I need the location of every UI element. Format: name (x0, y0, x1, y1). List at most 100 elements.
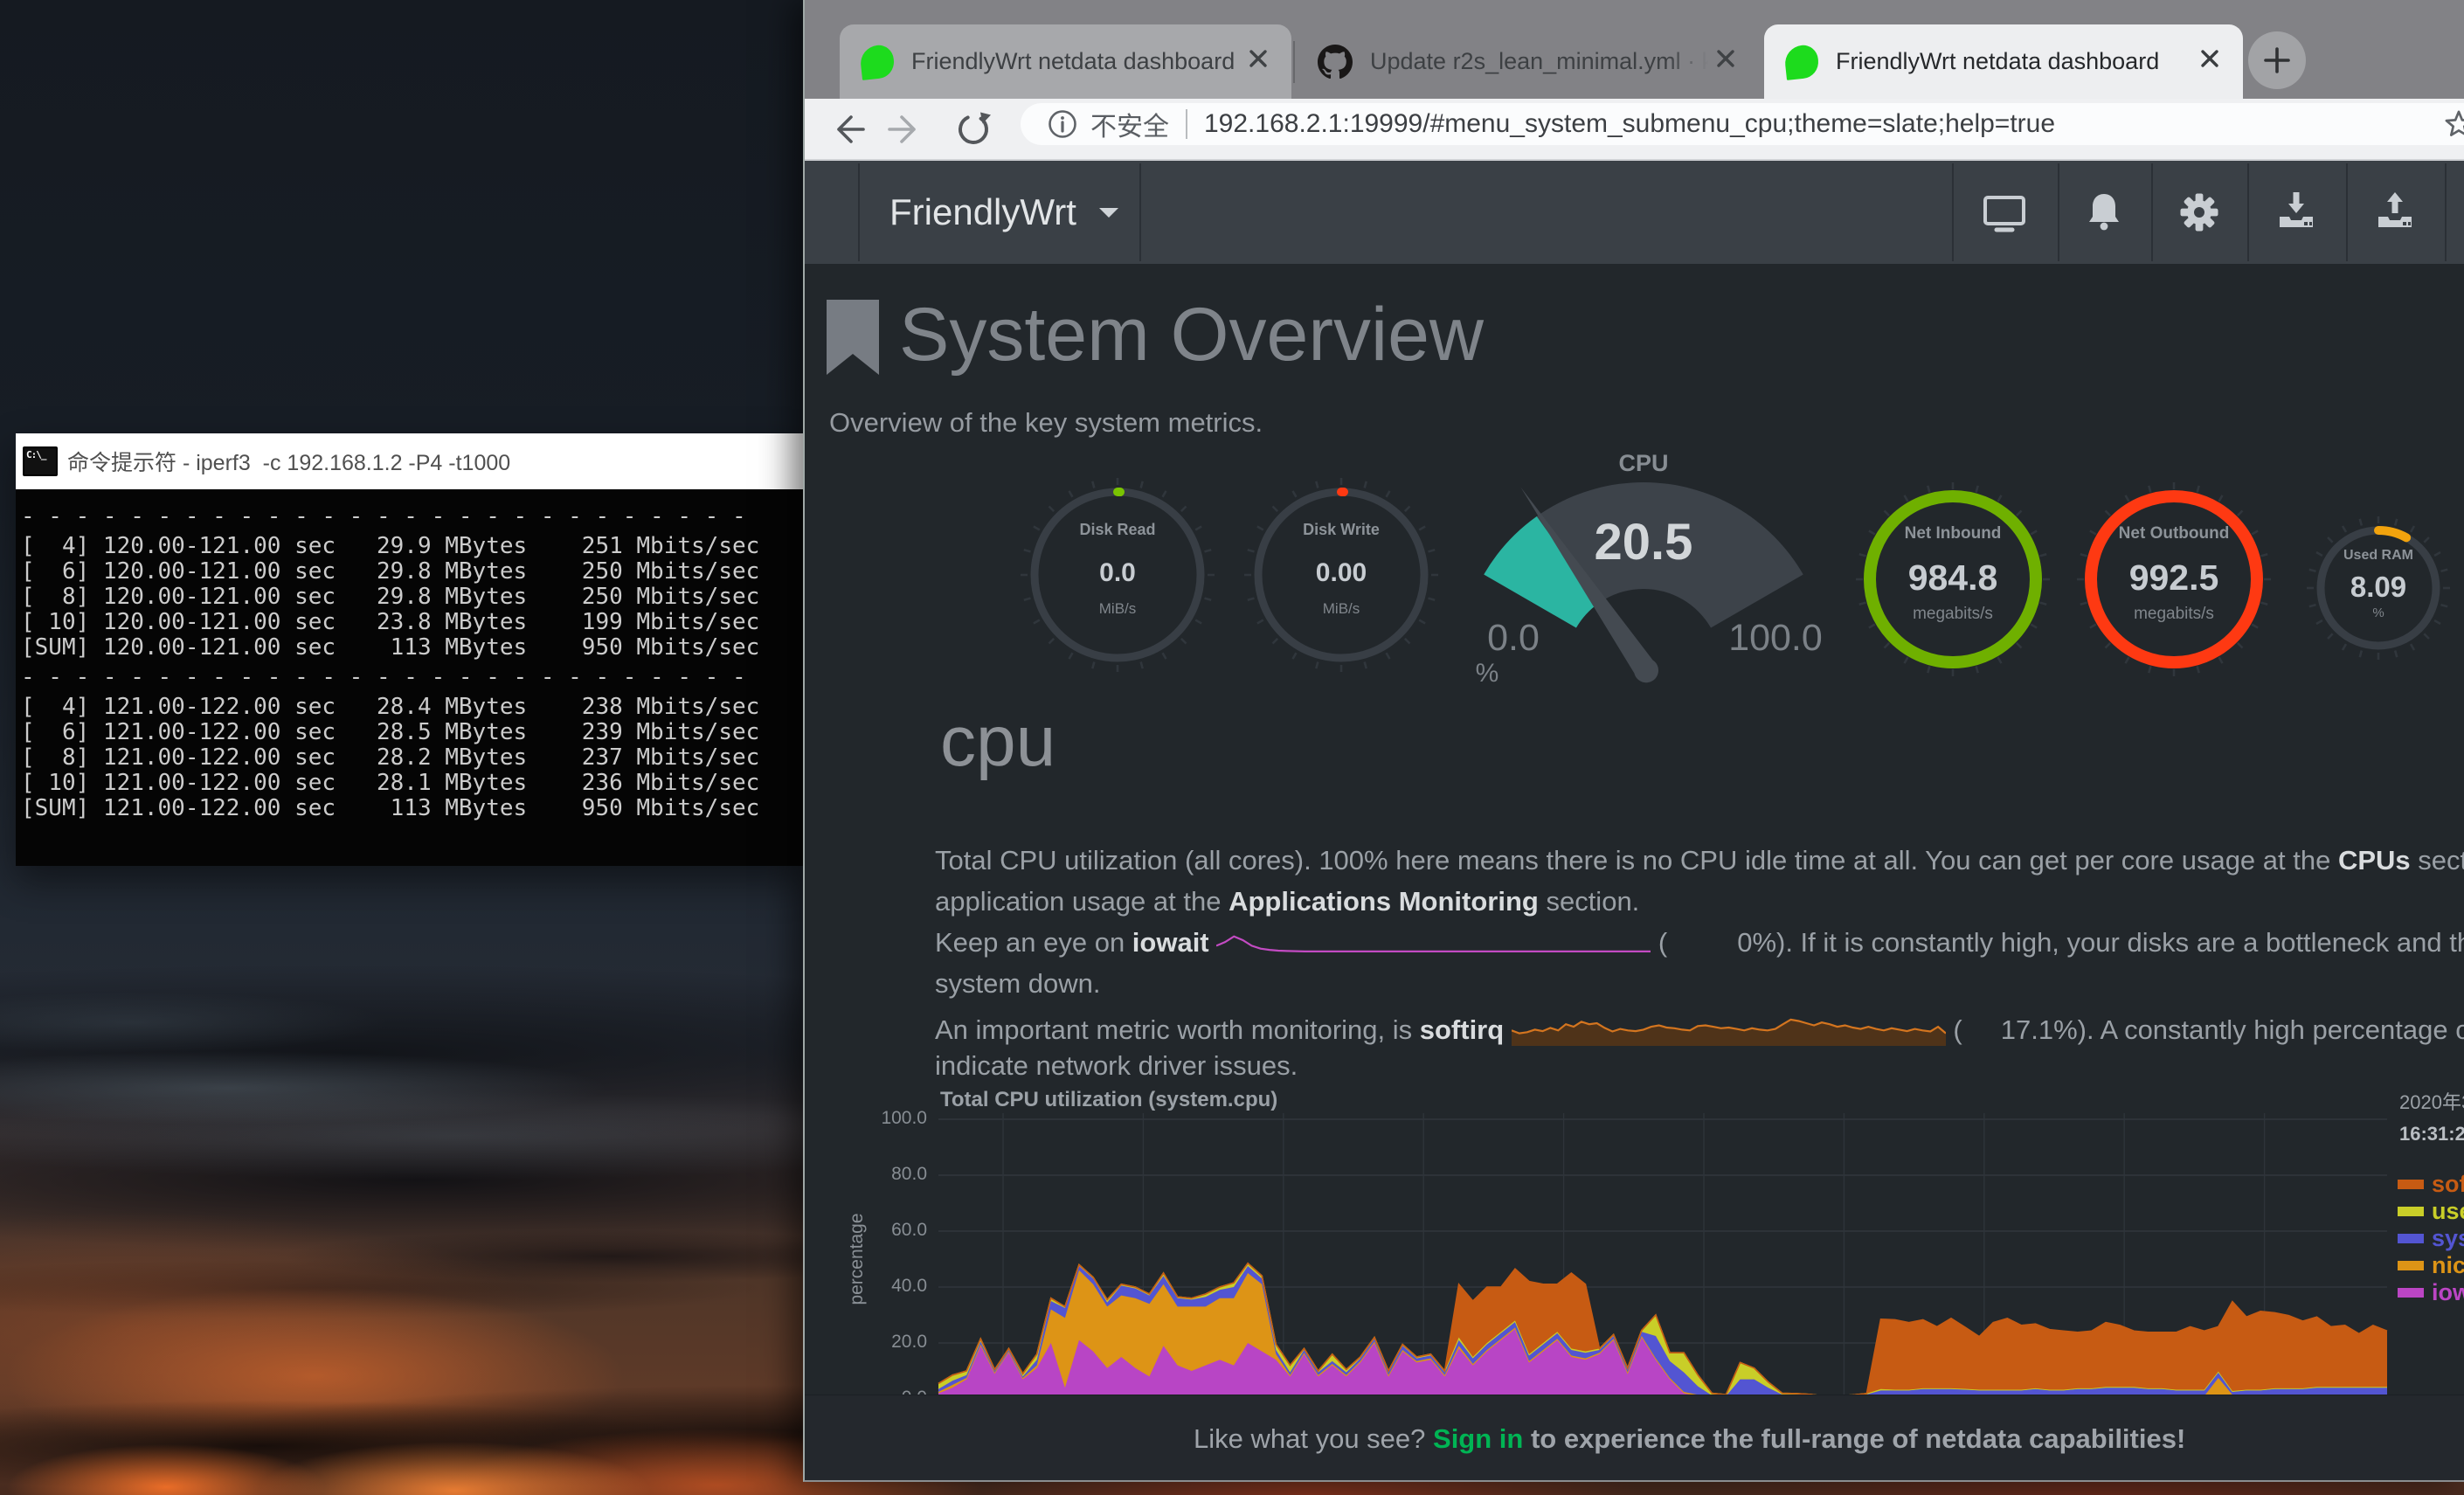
signin-pre: Like what you see? (1194, 1423, 1433, 1454)
legend-item-system[interactable]: system (2398, 1226, 2464, 1250)
browser-toolbar: 不安全 192.168.2.1:19999/#menu_system_submen… (805, 99, 2464, 161)
terminal-output-line: [ 10] 121.00-122.00 sec 28.1 MBytes 236 … (21, 771, 804, 796)
netdata-favicon (1783, 44, 1820, 80)
cpu-section-title: cpu (940, 701, 1056, 783)
gauge-unit: MiB/s (1019, 600, 1216, 618)
gauge-value: 0.00 (1242, 558, 1440, 588)
help-term: softirq (1420, 1014, 1504, 1045)
forward-button[interactable] (883, 107, 927, 151)
gauge-label: Net Inbound (1854, 524, 2052, 543)
cmd-icon (23, 446, 58, 476)
legend-item-iowait[interactable]: iowait (2398, 1280, 2464, 1305)
y-tick-label: 100.0 (805, 1108, 927, 1129)
legend-item-nice[interactable]: nice (2398, 1253, 2464, 1277)
cpu-help-line2: application usage at the Applications Mo… (935, 886, 1639, 917)
info-icon[interactable] (1047, 108, 1078, 140)
gauge-used-ram[interactable]: Used RAM8.09% (2305, 515, 2452, 661)
tab-close-icon[interactable] (2192, 46, 2227, 78)
help-text: 0%). If it is constantly high, your disk… (1737, 927, 2464, 958)
chart-title: Total CPU utilization (system.cpu) (940, 1088, 1277, 1112)
signin-bar: Like what you see? Sign in to experience… (805, 1395, 2464, 1480)
tab-title: Update r2s_lean_minimal.yml · k (1370, 48, 1708, 75)
legend-chip (2398, 1207, 2424, 1216)
terminal-separator-line: - - - - - - - - - - - - - - - - - - - - … (21, 504, 804, 529)
help-text: system down. (935, 968, 1101, 999)
browser-tab[interactable]: FriendlyWrt netdata dashboard (1764, 24, 2243, 99)
terminal-output[interactable]: - - - - - - - - - - - - - - - - - - - - … (16, 489, 804, 866)
netdata-host-menu[interactable]: FriendlyWrt (889, 161, 1118, 264)
legend-chip (2398, 1288, 2424, 1298)
security-label: 不安全 (1090, 105, 1169, 143)
tab-title: FriendlyWrt netdata dashboard (911, 48, 1235, 75)
terminal-output-line: [ 10] 120.00-121.00 sec 23.8 MBytes 199 … (21, 610, 804, 635)
signin-post: to experience the full-range of netdata … (1523, 1423, 2185, 1454)
monitor-icon[interactable] (1956, 161, 2052, 264)
help-text: ( (1651, 927, 1667, 958)
terminal-output-line: [ 8] 121.00-122.00 sec 28.2 MBytes 237 M… (21, 745, 804, 771)
signin-message: Like what you see? Sign in to experience… (1194, 1423, 2185, 1455)
terminal-titlebar[interactable]: 命令提示符 - iperf3 -c 192.168.1.2 -P4 -t1000 (16, 433, 804, 489)
url-text[interactable]: 192.168.2.1:19999/#menu_system_submenu_c… (1204, 109, 2055, 139)
gauge-disk-write[interactable]: Disk Write0.00MiB/s (1242, 476, 1440, 674)
address-bar[interactable]: 不安全 192.168.2.1:19999/#menu_system_submen… (1021, 103, 2464, 145)
chart-series-system (938, 1266, 2387, 1398)
help-term: CPUs (2338, 845, 2411, 876)
help-text: indicate network driver issues. (935, 1050, 1298, 1081)
y-tick-label: 80.0 (805, 1164, 927, 1185)
new-tab-button[interactable] (2248, 31, 2306, 89)
legend-item-softirq[interactable]: softirq (2398, 1172, 2464, 1196)
browser-tab[interactable]: FriendlyWrt netdata dashboard (840, 24, 1291, 99)
gauge-max: 100.0 (1714, 617, 1837, 660)
cpu-help-line1: Total CPU utilization (all cores). 100% … (935, 845, 2464, 876)
terminal-output-line: [SUM] 121.00-122.00 sec 113 MBytes 950 M… (21, 796, 804, 821)
export-icon[interactable] (2347, 161, 2443, 264)
terminal-output-line: [SUM] 120.00-121.00 sec 113 MBytes 950 M… (21, 635, 804, 661)
header-separator (2445, 163, 2447, 261)
legend-label: nice (2432, 1252, 2464, 1279)
gauge-disk-read[interactable]: Disk Read0.0MiB/s (1019, 476, 1216, 674)
gauge-label: Used RAM (2305, 548, 2452, 564)
y-tick-label: 20.0 (805, 1332, 927, 1353)
import-icon[interactable] (2248, 161, 2344, 264)
gauge-unit: megabits/s (2075, 605, 2273, 624)
back-button[interactable] (826, 107, 869, 151)
bell-icon[interactable] (2056, 161, 2152, 264)
gauge-net-outbound[interactable]: Net Outbound992.5megabits/s (2075, 481, 2273, 678)
bookmark-star-icon[interactable] (2443, 108, 2464, 140)
gauge-value: 992.5 (2075, 557, 2273, 599)
gauge-label: CPU (1416, 450, 1871, 477)
page-subtitle: Overview of the key system metrics. (829, 407, 1263, 439)
browser-tab[interactable]: Update r2s_lean_minimal.yml · k (1297, 24, 1759, 99)
help-text: section and per (2411, 845, 2464, 876)
bookmark-icon (827, 300, 879, 375)
help-text: Total CPU utilization (all cores). 100% … (935, 845, 2338, 876)
gauge-net-inbound[interactable]: Net Inbound984.8megabits/s (1854, 481, 2052, 678)
cpu-help-line5: An important metric worth monitoring, is… (935, 1009, 2464, 1046)
signin-link[interactable]: Sign in (1433, 1423, 1523, 1454)
help-text: Keep an eye on (935, 927, 1132, 958)
omnibox-divider (1186, 109, 1187, 139)
gear-icon[interactable] (2151, 161, 2247, 264)
help-term: Applications Monitoring (1229, 886, 1539, 917)
desktop: 命令提示符 - iperf3 -c 192.168.1.2 -P4 -t1000… (0, 0, 2464, 1495)
softirq-sparkline (1512, 1009, 1946, 1046)
tab-close-icon[interactable] (1241, 46, 1276, 78)
browser-window: FriendlyWrt netdata dashboard Update r2s_… (803, 0, 2464, 1482)
reload-button[interactable] (952, 107, 995, 151)
y-axis-title: percentage (847, 1185, 868, 1333)
chart-date: 2020年3 (2399, 1087, 2464, 1115)
gauge-cpu[interactable]: CPU20.50.0100.0% (1416, 448, 1871, 719)
help-term: iowait (1132, 927, 1209, 958)
legend-item-user[interactable]: user (2398, 1199, 2464, 1223)
page-title: System Overview (899, 292, 1484, 378)
tab-close-icon[interactable] (1708, 46, 1743, 78)
terminal-output-line: [ 6] 120.00-121.00 sec 29.8 MBytes 250 M… (21, 559, 804, 585)
cpu-help-line4: system down. (935, 968, 1101, 1000)
iowait-sparkline (1216, 929, 1651, 955)
gauge-unit: % (1470, 659, 1505, 689)
legend-chip (2398, 1234, 2424, 1243)
tab-separator (1293, 41, 1295, 83)
terminal-output-line: [ 8] 120.00-121.00 sec 29.8 MBytes 250 M… (21, 585, 804, 610)
help-text: 17.1%). A constantly high percentage of … (2001, 1014, 2464, 1045)
netdata-page: FriendlyWrt Like what you see? Sign in t… (805, 161, 2464, 1480)
